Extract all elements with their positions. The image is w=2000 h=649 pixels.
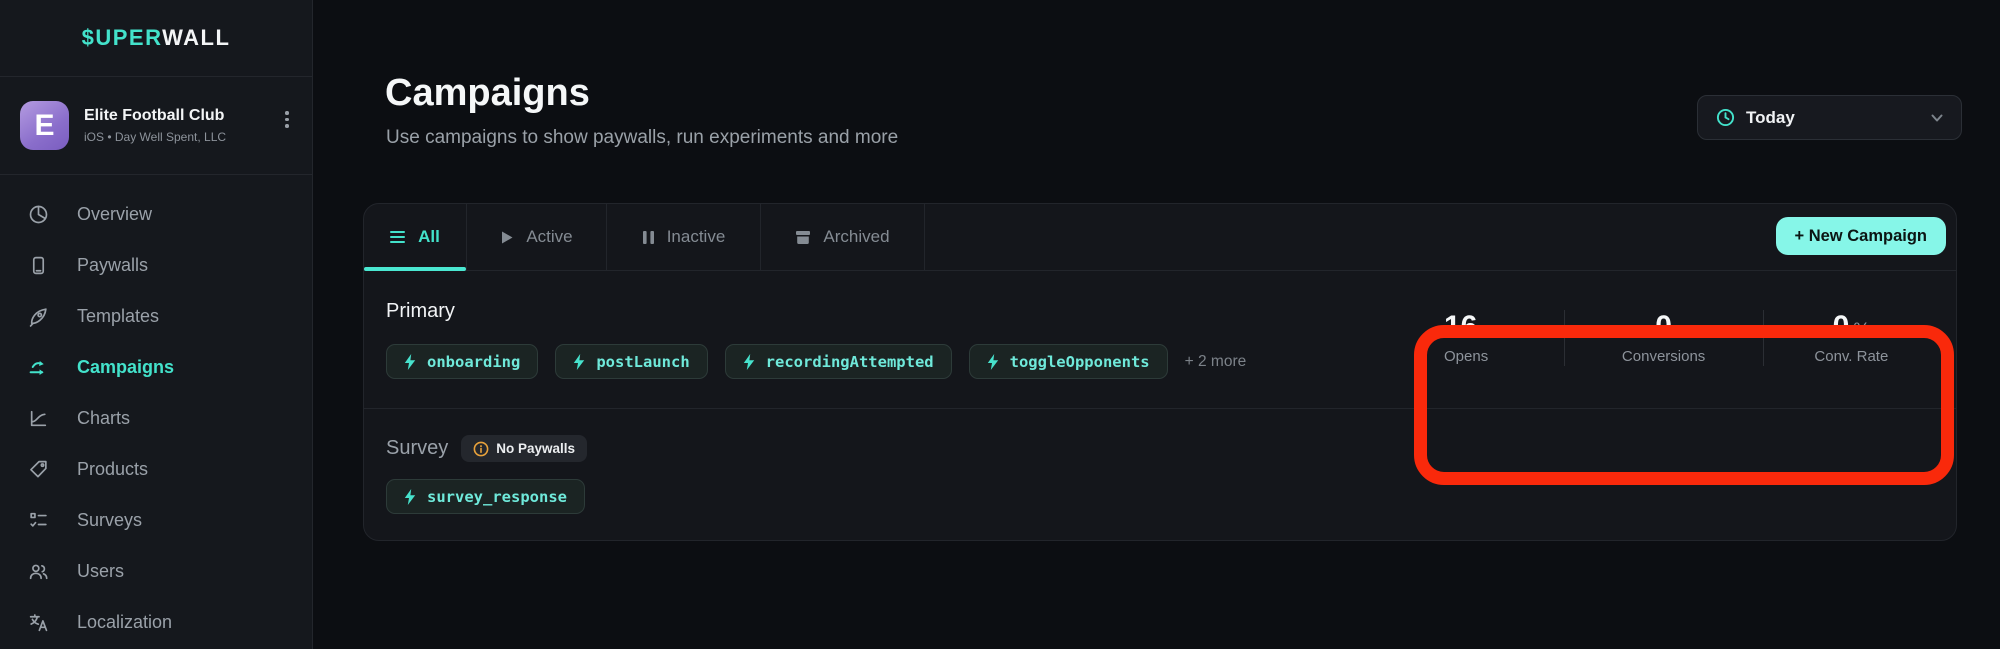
stat-conv-rate-unit: % <box>1853 320 1870 341</box>
campaign-name: Survey <box>386 437 448 460</box>
stat-conv-rate-value: 0 <box>1833 310 1850 343</box>
campaigns-panel: All Active Inactive <box>363 203 1957 541</box>
tab-inactive[interactable]: Inactive <box>607 204 761 270</box>
campaign-row-survey[interactable]: Survey No Paywalls survey_response <box>364 408 1956 541</box>
stat-opens: 16 Opens <box>1426 271 1564 405</box>
trigger-tag[interactable]: survey_response <box>386 479 585 514</box>
date-filter-value: Today <box>1746 108 1795 128</box>
stat-conversions-value: 0 <box>1655 312 1672 342</box>
workspace-selector[interactable]: E Elite Football Club iOS • Day Well Spe… <box>0 77 312 175</box>
trigger-tag[interactable]: onboarding <box>386 344 538 379</box>
people-icon <box>28 561 49 582</box>
sidebar-item-label: Products <box>77 459 148 480</box>
workspace-name: Elite Football Club <box>84 107 226 125</box>
stat-conversions-label: Conversions <box>1622 348 1705 365</box>
tab-all[interactable]: All <box>364 204 467 270</box>
tab-label: All <box>418 227 440 247</box>
brand-logo[interactable]: $UPERWALL <box>0 0 312 77</box>
sidebar-item-users[interactable]: Users <box>0 546 312 597</box>
trigger-tag-label: toggleOpponents <box>1010 353 1150 371</box>
page-title: Campaigns <box>385 72 590 115</box>
sidebar: $UPERWALL E Elite Football Club iOS • Da… <box>0 0 313 649</box>
play-icon <box>500 230 514 245</box>
stat-opens-label: Opens <box>1444 348 1488 365</box>
badge-label: No Paywalls <box>496 441 575 456</box>
sidebar-item-label: Paywalls <box>77 255 148 276</box>
line-chart-icon <box>28 408 49 429</box>
tag-icon <box>28 459 49 480</box>
trigger-tag-label: survey_response <box>427 488 567 506</box>
sidebar-item-label: Templates <box>77 306 159 327</box>
new-campaign-button[interactable]: + New Campaign <box>1776 217 1947 255</box>
tab-label: Active <box>526 227 572 247</box>
stat-conv-rate-label: Conv. Rate <box>1814 348 1888 365</box>
stat-opens-value: 16 <box>1444 312 1477 342</box>
list-icon <box>390 230 406 244</box>
translate-icon <box>28 612 49 633</box>
pause-icon <box>642 230 655 245</box>
workspace-avatar: E <box>20 101 69 150</box>
superwall-dashboard: $UPERWALL E Elite Football Club iOS • Da… <box>0 0 2000 649</box>
sidebar-item-templates[interactable]: Templates <box>0 291 312 342</box>
sidebar-item-overview[interactable]: Overview <box>0 189 312 240</box>
sidebar-item-paywalls[interactable]: Paywalls <box>0 240 312 291</box>
sidebar-item-label: Localization <box>77 612 172 633</box>
superwall-wordmark: $UPERWALL <box>82 25 231 51</box>
chevron-down-icon <box>1929 110 1945 126</box>
more-triggers-label[interactable]: + 2 more <box>1185 353 1247 371</box>
sidebar-item-campaigns[interactable]: Campaigns <box>0 342 312 393</box>
archive-icon <box>795 230 811 245</box>
stat-conversions: 0 Conversions <box>1565 271 1763 405</box>
workspace-meta: Elite Football Club iOS • Day Well Spent… <box>84 107 226 144</box>
no-paywalls-badge: No Paywalls <box>461 435 587 462</box>
sidebar-item-surveys[interactable]: Surveys <box>0 495 312 546</box>
trigger-tags: onboarding postLaunch recordingAttempted… <box>386 344 1246 379</box>
campaign-tabs: All Active Inactive <box>364 204 1956 271</box>
campaign-name: Primary <box>386 300 455 323</box>
logo-accent-text: $UPER <box>82 25 162 50</box>
pie-chart-icon <box>28 204 49 225</box>
date-filter-dropdown[interactable]: Today <box>1697 95 1962 140</box>
trigger-tag-label: onboarding <box>427 353 520 371</box>
campaign-row-primary[interactable]: Primary onboarding postLaunch recordingA… <box>364 271 1956 408</box>
stat-conv-rate: 0% Conv. Rate <box>1764 271 1939 405</box>
sidebar-item-label: Charts <box>77 408 130 429</box>
trigger-tag-label: postLaunch <box>596 353 689 371</box>
tab-active[interactable]: Active <box>467 204 607 270</box>
workspace-menu-icon[interactable] <box>278 111 296 141</box>
trigger-tag[interactable]: postLaunch <box>555 344 707 379</box>
tab-label: Archived <box>823 227 889 247</box>
workspace-subtitle: iOS • Day Well Spent, LLC <box>84 130 226 144</box>
split-arrows-icon <box>28 357 49 378</box>
trigger-tag[interactable]: toggleOpponents <box>969 344 1168 379</box>
page-subtitle: Use campaigns to show paywalls, run expe… <box>386 127 898 149</box>
sidebar-item-label: Campaigns <box>77 357 174 378</box>
trigger-tag[interactable]: recordingAttempted <box>725 344 952 379</box>
logo-rest-text: WALL <box>162 25 230 50</box>
sidebar-item-label: Users <box>77 561 124 582</box>
sidebar-item-charts[interactable]: Charts <box>0 393 312 444</box>
clock-icon <box>1716 108 1735 127</box>
campaign-stats: 16 Opens 0 Conversions 0% Conv. Rate <box>1426 271 1939 405</box>
sidebar-nav: Overview Paywalls Templates Campaigns <box>0 175 312 648</box>
trigger-tag-label: recordingAttempted <box>766 353 934 371</box>
info-circle-icon <box>473 441 489 457</box>
tab-archived[interactable]: Archived <box>761 204 925 270</box>
phone-icon <box>28 255 49 276</box>
trigger-tags: survey_response <box>386 479 585 514</box>
main-content: Campaigns Use campaigns to show paywalls… <box>313 0 2000 649</box>
sidebar-item-label: Overview <box>77 204 152 225</box>
sidebar-item-label: Surveys <box>77 510 142 531</box>
sidebar-item-localization[interactable]: Localization <box>0 597 312 648</box>
sidebar-item-products[interactable]: Products <box>0 444 312 495</box>
checklist-icon <box>28 510 49 531</box>
tab-label: Inactive <box>667 227 726 247</box>
rocket-icon <box>28 306 49 327</box>
